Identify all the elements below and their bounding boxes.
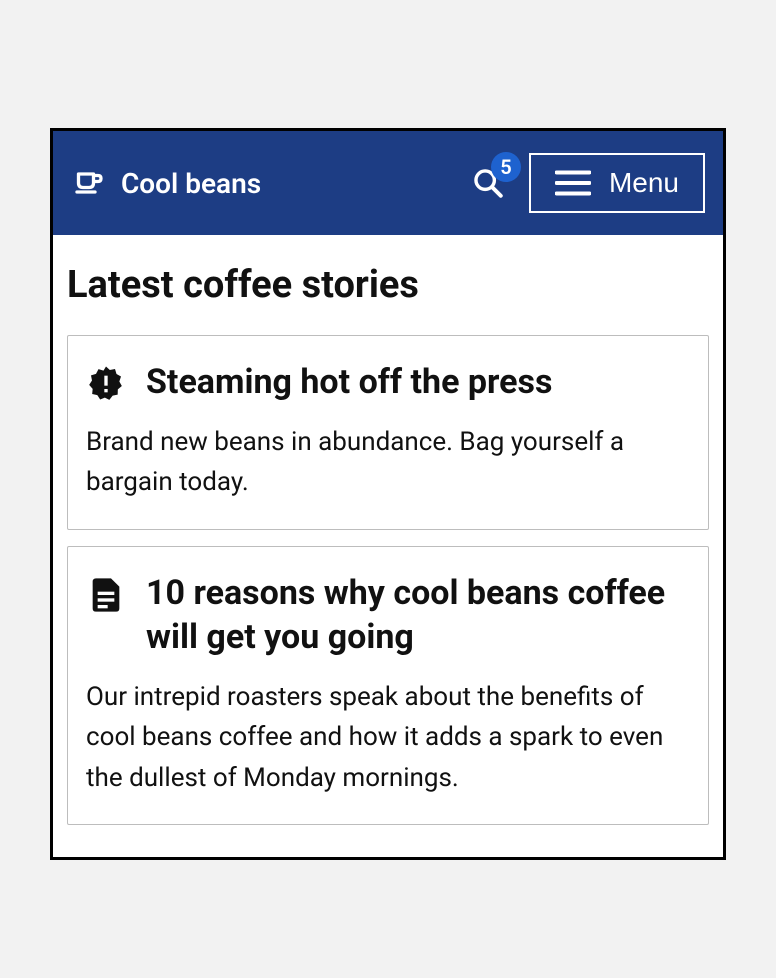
header: Cool beans 5 Menu: [53, 131, 723, 235]
page-title: Latest coffee stories: [67, 263, 709, 307]
story-card[interactable]: 10 reasons why cool beans coffee will ge…: [67, 546, 709, 825]
card-head: 10 reasons why cool beans coffee will ge…: [86, 571, 690, 659]
coffee-cup-icon: [71, 165, 107, 201]
hamburger-icon: [555, 169, 591, 197]
card-body: Our intrepid roasters speak about the be…: [86, 677, 690, 798]
menu-button[interactable]: Menu: [529, 153, 705, 213]
main-content: Latest coffee stories Steaming hot off t…: [53, 235, 723, 857]
card-head: Steaming hot off the press: [86, 360, 690, 404]
article-icon: [86, 571, 126, 615]
new-releases-icon: [86, 360, 126, 404]
notification-badge: 5: [491, 152, 521, 182]
app-frame: Cool beans 5 Menu Latest coffee s: [50, 128, 726, 860]
search-button[interactable]: 5: [471, 166, 505, 200]
menu-label: Menu: [609, 167, 679, 199]
card-title: Steaming hot off the press: [146, 360, 552, 404]
card-title: 10 reasons why cool beans coffee will ge…: [146, 571, 690, 659]
site-title: Cool beans: [121, 167, 261, 200]
card-body: Brand new beans in abundance. Bag yourse…: [86, 422, 690, 503]
logo-area[interactable]: Cool beans: [71, 165, 457, 201]
story-card[interactable]: Steaming hot off the press Brand new bea…: [67, 335, 709, 530]
